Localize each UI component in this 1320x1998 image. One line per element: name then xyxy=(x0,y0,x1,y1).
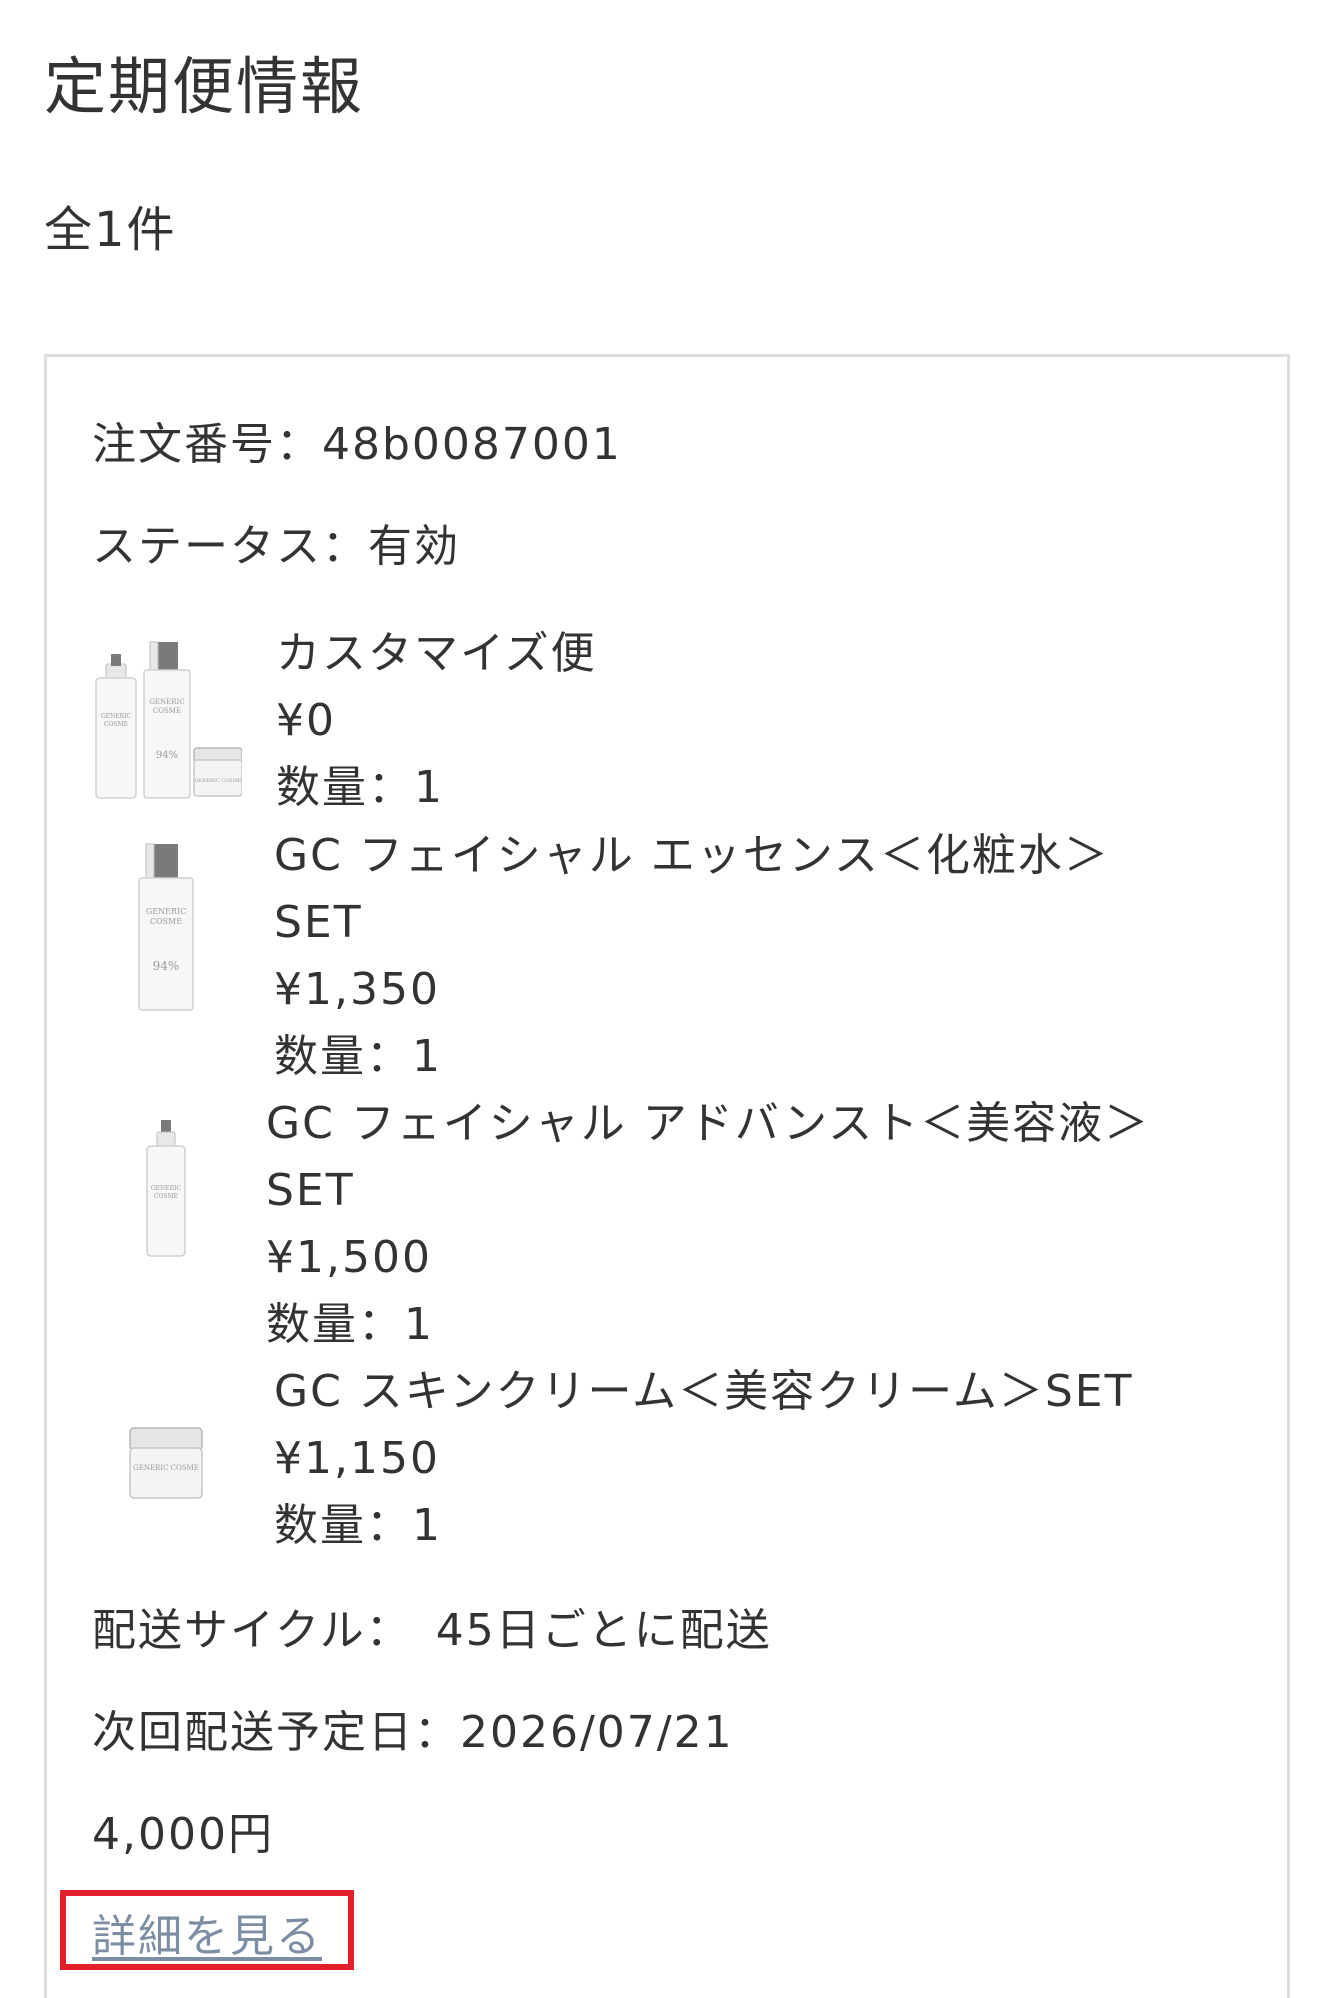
item-price: ¥0 xyxy=(276,695,336,746)
page-title: 定期便情報 xyxy=(44,50,365,123)
item-quantity: 数量：1 xyxy=(276,762,444,813)
list-item: GENERIC COSME GC スキンクリーム＜美容クリーム＞SET ¥1,1… xyxy=(92,1358,1212,1558)
item-name: GC スキンクリーム＜美容クリーム＞SET xyxy=(274,1366,1134,1417)
view-details-link[interactable]: 詳細を見る xyxy=(92,1900,322,1964)
label-brand-3: GENERIC xyxy=(149,698,184,706)
label-brand-1: GENERIC xyxy=(101,713,132,720)
delivery-cycle: 配送サイクル： 45日ごとに配送 xyxy=(92,1605,772,1656)
label-brand-5: GENERIC COSME xyxy=(195,778,242,784)
item-name-line-2: SET xyxy=(266,1165,355,1216)
label-brand-1: GENERIC xyxy=(146,907,186,916)
serum-bottle-image: GENERIC COSME xyxy=(146,1120,186,1257)
item-quantity: 数量：1 xyxy=(266,1299,434,1350)
next-delivery-date: 次回配送予定日：2026/07/21 xyxy=(92,1707,734,1758)
item-quantity: 数量：1 xyxy=(274,1500,442,1551)
result-count: 全1件 xyxy=(44,202,177,258)
item-price: ¥1,150 xyxy=(274,1433,440,1484)
cream-jar-image: GENERIC COSME xyxy=(129,1427,203,1499)
item-price: ¥1,500 xyxy=(266,1232,432,1283)
label-brand: GENERIC COSME xyxy=(133,1464,199,1472)
label-brand-1: GENERIC xyxy=(151,1185,182,1192)
item-name-line-1: GC フェイシャル エッセンス＜化粧水＞ xyxy=(274,830,1110,881)
label-brand-2: COSME xyxy=(154,1193,178,1200)
item-name: カスタマイズ便 xyxy=(276,628,597,679)
order-number: 注文番号：48b0087001 xyxy=(92,419,622,470)
item-price: ¥1,350 xyxy=(274,964,440,1015)
label-brand-2: COSME xyxy=(104,721,128,728)
product-set-image: GENERIC COSME GENERIC COSME 94% GENERIC … xyxy=(95,641,242,799)
item-name-line-1: GC フェイシャル アドバンスト＜美容液＞ xyxy=(266,1098,1151,1149)
lotion-bottle-image: GENERIC COSME 94% xyxy=(138,843,194,1011)
order-status: ステータス：有効 xyxy=(92,521,460,572)
list-item: GENERIC COSME GENERIC COSME 94% GENERIC … xyxy=(92,620,1212,820)
list-item: GENERIC COSME GC フェイシャル アドバンスト＜美容液＞ SET … xyxy=(92,1090,1212,1358)
list-item: GENERIC COSME 94% GC フェイシャル エッセンス＜化粧水＞ S… xyxy=(92,822,1212,1090)
label-brand-2: COSME xyxy=(150,917,182,926)
total-price: 4,000円 xyxy=(92,1809,274,1860)
label-badge: 94% xyxy=(153,959,180,973)
page: 定期便情報 全1件 注文番号：48b0087001 ステータス：有効 GENER… xyxy=(0,0,1320,1998)
item-name-line-2: SET xyxy=(274,897,363,948)
item-quantity: 数量：1 xyxy=(274,1031,442,1082)
label-brand-4: COSME xyxy=(153,707,181,715)
label-badge: 94% xyxy=(156,750,178,761)
